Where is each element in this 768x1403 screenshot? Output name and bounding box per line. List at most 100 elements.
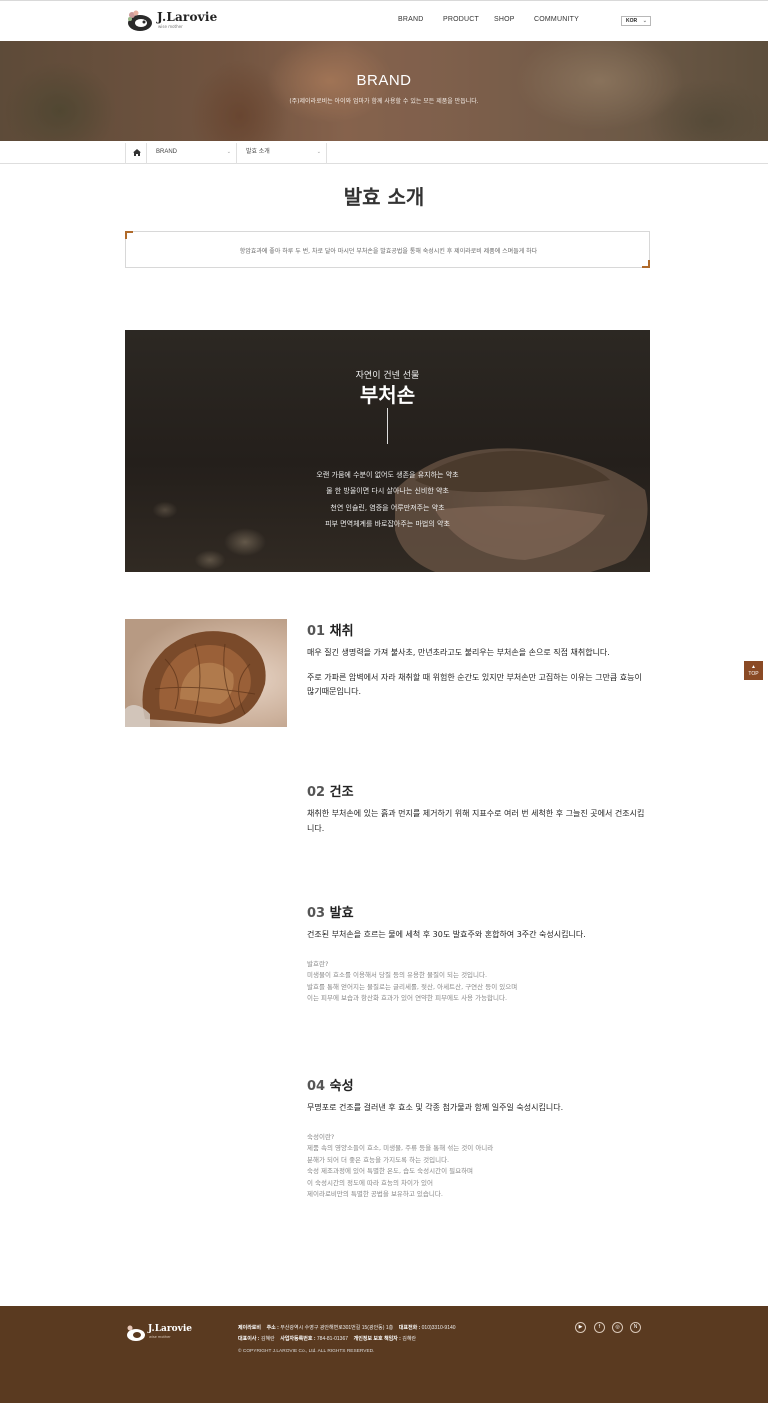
arrow-up-icon: ▲ <box>751 664 756 670</box>
intro-quote-box: 항암효과에 좋아 하루 두 번, 차로 달아 마시던 부처손을 발효공법을 통해… <box>125 231 650 268</box>
step-04-number: 04 <box>307 1079 326 1094</box>
hero-subtitle: (주)제이라로비는 아이와 엄마가 함께 사용할 수 있는 모든 제품을 만듭니… <box>289 98 479 105</box>
step-02-label: 건조 <box>329 785 354 800</box>
step-04-label: 숙성 <box>329 1079 354 1094</box>
note-line: 발효란? <box>307 959 329 968</box>
home-icon <box>133 149 141 156</box>
chevron-down-icon: ⌄ <box>316 149 321 155</box>
hero-overlay <box>0 41 768 141</box>
chevron-down-icon: ⌄ <box>642 18 647 24</box>
logo-mark-icon <box>128 10 152 31</box>
footer-privacy: 김혜란 <box>402 1335 417 1342</box>
step-01-image <box>125 619 287 727</box>
banner-line: 오랜 가뭄에 수분이 없어도 생존을 유지하는 약초 <box>316 471 459 479</box>
step-04: 04 숙성 무명포로 건조를 걸러낸 후 효소 및 각종 첨가물과 함께 일주일… <box>307 1075 650 1201</box>
banner-description: 오랜 가뭄에 수분이 없어도 생존을 유지하는 약초 물 한 방울이면 다시 살… <box>125 467 650 532</box>
footer-phone-label: 대표전화 : <box>398 1325 421 1331</box>
footer-address-label: 주소 : <box>266 1325 279 1331</box>
site-logo[interactable]: J.Larovie wise mother <box>125 8 218 34</box>
banner-line: 피부 면역체계를 바로잡아주는 마법의 약초 <box>325 519 450 528</box>
site-header: J.Larovie wise mother BRAND PRODUCT SHOP… <box>0 1 768 41</box>
page-title: 발효 소개 <box>343 185 425 209</box>
breadcrumb-level1[interactable]: BRAND ⌄ <box>147 143 237 164</box>
step-01-label: 채취 <box>329 624 354 639</box>
logo-text: J.Larovie <box>157 10 218 24</box>
note-line: 숙성 제조과정에 있어 특별한 온도, 습도 숙성시간이 필요하며 <box>307 1167 474 1175</box>
hero-title: BRAND <box>356 72 412 89</box>
language-select[interactable]: KOR ⌄ <box>621 16 651 26</box>
chevron-down-icon: ⌄ <box>226 149 231 155</box>
step-02-number: 02 <box>307 785 326 800</box>
footer-logo-mark-icon <box>127 1325 145 1341</box>
step-01-number: 01 <box>307 624 326 639</box>
breadcrumb: BRAND ⌄ 발효 소개 ⌄ <box>0 141 768 164</box>
footer-logo-subtext: wise mother <box>149 1335 171 1339</box>
step-04-paragraph: 무명포로 건조를 걸러낸 후 효소 및 각종 첨가물과 함께 일주일 숙성시킵니… <box>307 1103 564 1112</box>
site-footer: J.Larovie wise mother 제이라로비 주소 : 부산광역시 수… <box>0 1306 768 1403</box>
step-03-paragraph: 건조된 부처손을 흐르는 물에 세척 후 30도 발효주와 혼합하여 3주간 숙… <box>307 930 586 939</box>
buchoson-banner: 자연이 건넨 선물 부처손 오랜 가뭄에 수분이 없어도 생존을 유지하는 약초… <box>125 330 650 572</box>
banner-line: 물 한 방울이면 다시 살아나는 신비한 약초 <box>326 487 449 496</box>
note-line: 숙성이란? <box>307 1132 335 1141</box>
facebook-icon[interactable]: f <box>594 1322 605 1333</box>
logo-subtext: wise mother <box>158 24 183 29</box>
step-03-number: 03 <box>307 906 326 921</box>
corner-accent-bottom-right <box>642 260 650 268</box>
breadcrumb-home[interactable] <box>125 143 147 164</box>
breadcrumb-level2-label: 발효 소개 <box>246 149 270 155</box>
footer-info-line-1: 제이라로비 주소 : 부산광역시 수영구 광안해변로301번길 15(광안동) … <box>238 1323 456 1334</box>
footer-logo[interactable]: J.Larovie wise mother <box>125 1322 195 1342</box>
step-03-label: 발효 <box>329 906 354 921</box>
footer-bizno: 784-81-01367 <box>316 1335 349 1342</box>
step-03-note: 발효란? 미생물이 효소를 이용해서 당질 등의 유용한 물질이 되는 것입니다… <box>307 959 650 1005</box>
nav-community[interactable]: COMMUNITY <box>534 16 579 23</box>
footer-ceo-label: 대표이사 : <box>238 1335 260 1342</box>
step-02-paragraph: 채취한 부처손에 있는 흙과 먼지를 제거하기 위해 지표수로 여러 번 세척한… <box>307 809 645 833</box>
step-03-title: 03 발효 <box>307 902 650 921</box>
note-line: 제이라로비만의 특별한 공법을 보유하고 있습니다. <box>307 1190 443 1198</box>
breadcrumb-level2[interactable]: 발효 소개 ⌄ <box>237 143 327 164</box>
step-02-title: 02 건조 <box>307 781 650 800</box>
footer-company-info: 제이라로비 주소 : 부산광역시 수영구 광안해변로301번길 15(광안동) … <box>238 1323 456 1344</box>
step-01-paragraph: 매우 질긴 생명력을 가져 불사초, 만년초라고도 불리우는 부처손을 손으로 … <box>307 648 610 657</box>
note-line: 분해가 되어 더 좋은 효능을 가지도록 하는 것입니다. <box>307 1155 450 1164</box>
note-line: 이 숙성시간의 정도에 따라 효능의 차이가 있어 <box>307 1178 434 1187</box>
breadcrumb-level1-label: BRAND <box>156 149 178 155</box>
footer-copyright: © COPYRIGHT J.LAROVIE Co., Ltd. ALL RIGH… <box>238 1349 375 1354</box>
footer-address: 부산광역시 수영구 광안해변로301번길 15(광안동) 1층 <box>280 1325 394 1331</box>
note-line: 제품 속의 영양소들이 효소, 미생물, 주류 등을 통해 섞는 것이 아니라 <box>307 1144 494 1152</box>
note-line: 발효를 통해 얻어지는 물질로는 글리세롤, 젖산, 아세트산, 구연산 등이 … <box>307 982 518 991</box>
scroll-top-label: TOP <box>748 671 759 677</box>
step-04-title: 04 숙성 <box>307 1075 650 1094</box>
youtube-icon[interactable]: ▶ <box>575 1322 586 1333</box>
scroll-top-button[interactable]: ▲ TOP <box>744 661 763 680</box>
step-02: 02 건조 채취한 부처손에 있는 흙과 먼지를 제거하기 위해 지표수로 여러… <box>307 781 650 836</box>
corner-accent-top-left <box>125 231 133 239</box>
step-04-note: 숙성이란? 제품 속의 영양소들이 효소, 미생물, 주류 등을 통해 섞는 것… <box>307 1132 650 1201</box>
language-value: KOR <box>626 18 638 24</box>
banner-title: 부처손 <box>359 383 416 407</box>
nav-shop[interactable]: SHOP <box>494 16 515 23</box>
footer-bizno-label: 사업자등록번호 : <box>280 1335 316 1342</box>
nav-product[interactable]: PRODUCT <box>443 16 479 23</box>
banner-line: 천연 인슐린, 염증을 어루만져주는 약초 <box>330 503 445 512</box>
step-01-paragraph: 주로 가파른 암벽에서 자라 채취할 때 위험한 순간도 있지만 부처손만 고집… <box>307 672 642 697</box>
nav-brand[interactable]: BRAND <box>398 16 424 23</box>
footer-company-name: 제이라로비 <box>238 1325 262 1331</box>
step-03: 03 발효 건조된 부처손을 흐르는 물에 세척 후 30도 발효주와 혼합하여… <box>307 902 650 1005</box>
note-line: 미생물이 효소를 이용해서 당질 등의 유용한 물질이 되는 것입니다. <box>307 971 488 979</box>
footer-privacy-label: 개인정보 보호 책임자 : <box>353 1335 401 1342</box>
banner-divider <box>387 408 388 444</box>
naver-blog-icon[interactable]: N <box>630 1322 641 1333</box>
intro-quote-text: 항암효과에 좋아 하루 두 번, 차로 달아 마시던 부처손을 발효공법을 통해… <box>239 248 538 255</box>
step-01-title: 01 채취 <box>307 620 650 639</box>
footer-phone: 010)3310-9140 <box>421 1325 456 1331</box>
footer-info-line-2: 대표이사 : 김혜란 사업자등록번호 : 784-81-01367 개인정보 보… <box>238 1334 456 1345</box>
hero-banner: BRAND (주)제이라로비는 아이와 엄마가 함께 사용할 수 있는 모든 제… <box>0 41 768 141</box>
footer-logo-text: J.Larovie <box>148 1324 192 1334</box>
footer-ceo: 김혜란 <box>260 1335 275 1342</box>
instagram-icon[interactable]: ◎ <box>612 1322 623 1333</box>
note-line: 이는 피부에 보습과 항산화 효과가 있어 연약한 피부에도 사용 가능합니다. <box>307 994 508 1002</box>
step-01: 01 채취 매우 질긴 생명력을 가져 불사초, 만년초라고도 불리우는 부처손… <box>307 620 650 700</box>
dried-herb-image <box>125 631 266 727</box>
